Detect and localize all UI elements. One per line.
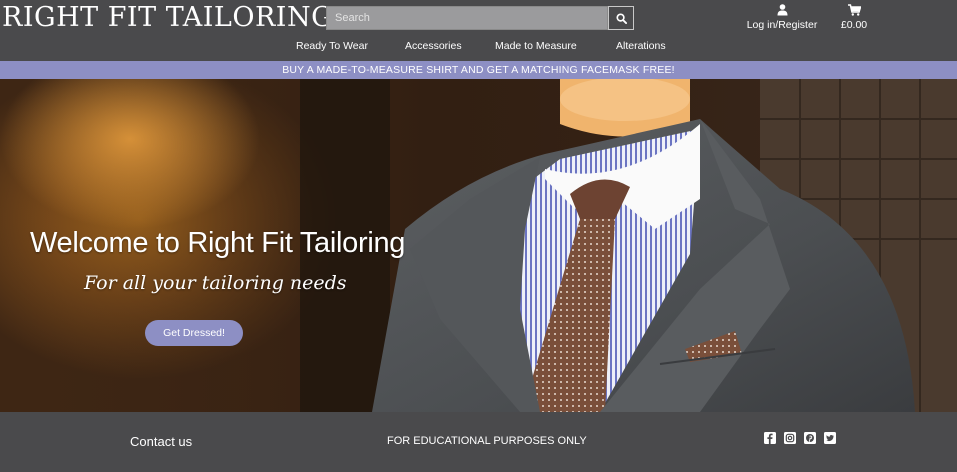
shopping-cart-icon: [847, 4, 861, 16]
search-input[interactable]: [326, 6, 608, 30]
nav-item-alterations[interactable]: Alterations: [616, 40, 666, 52]
search-button[interactable]: [608, 6, 634, 30]
bag-total: £0.00: [840, 19, 868, 31]
social-links: [764, 432, 836, 444]
instagram-icon[interactable]: [784, 432, 796, 444]
pinterest-icon[interactable]: [804, 432, 816, 444]
facebook-icon[interactable]: [764, 432, 776, 444]
main-nav: Ready To Wear Accessories Made to Measur…: [0, 40, 957, 57]
brand-logo[interactable]: Right Fit Tailoring: [2, 2, 333, 33]
account-link[interactable]: Log in/Register: [743, 4, 821, 31]
nav-item-ready-to-wear[interactable]: Ready To Wear: [296, 40, 368, 52]
nav-item-accessories[interactable]: Accessories: [405, 40, 462, 52]
hero-title: Welcome to Right Fit Tailoring: [30, 227, 406, 259]
shopping-bag-link[interactable]: £0.00: [834, 4, 874, 31]
search-icon: [615, 12, 627, 24]
user-icon: [777, 4, 787, 16]
nav-item-made-to-measure[interactable]: Made to Measure: [495, 40, 577, 52]
promo-banner: BUY A MADE-TO-MEASURE SHIRT AND GET A MA…: [0, 61, 957, 79]
site-header: Right Fit Tailoring Log in/Register: [0, 0, 957, 61]
hero-subtitle: For all your tailoring needs: [84, 272, 347, 294]
site-footer: Contact us FOR EDUCATIONAL PURPOSES ONLY: [0, 412, 957, 472]
hero-section: Welcome to Right Fit Tailoring For all y…: [0, 79, 957, 412]
get-dressed-button[interactable]: Get Dressed!: [145, 320, 243, 346]
contact-us-link[interactable]: Contact us: [130, 434, 192, 449]
search-form: [326, 6, 634, 30]
account-label: Log in/Register: [746, 19, 818, 31]
twitter-icon[interactable]: [824, 432, 836, 444]
educational-notice: FOR EDUCATIONAL PURPOSES ONLY: [387, 435, 587, 447]
